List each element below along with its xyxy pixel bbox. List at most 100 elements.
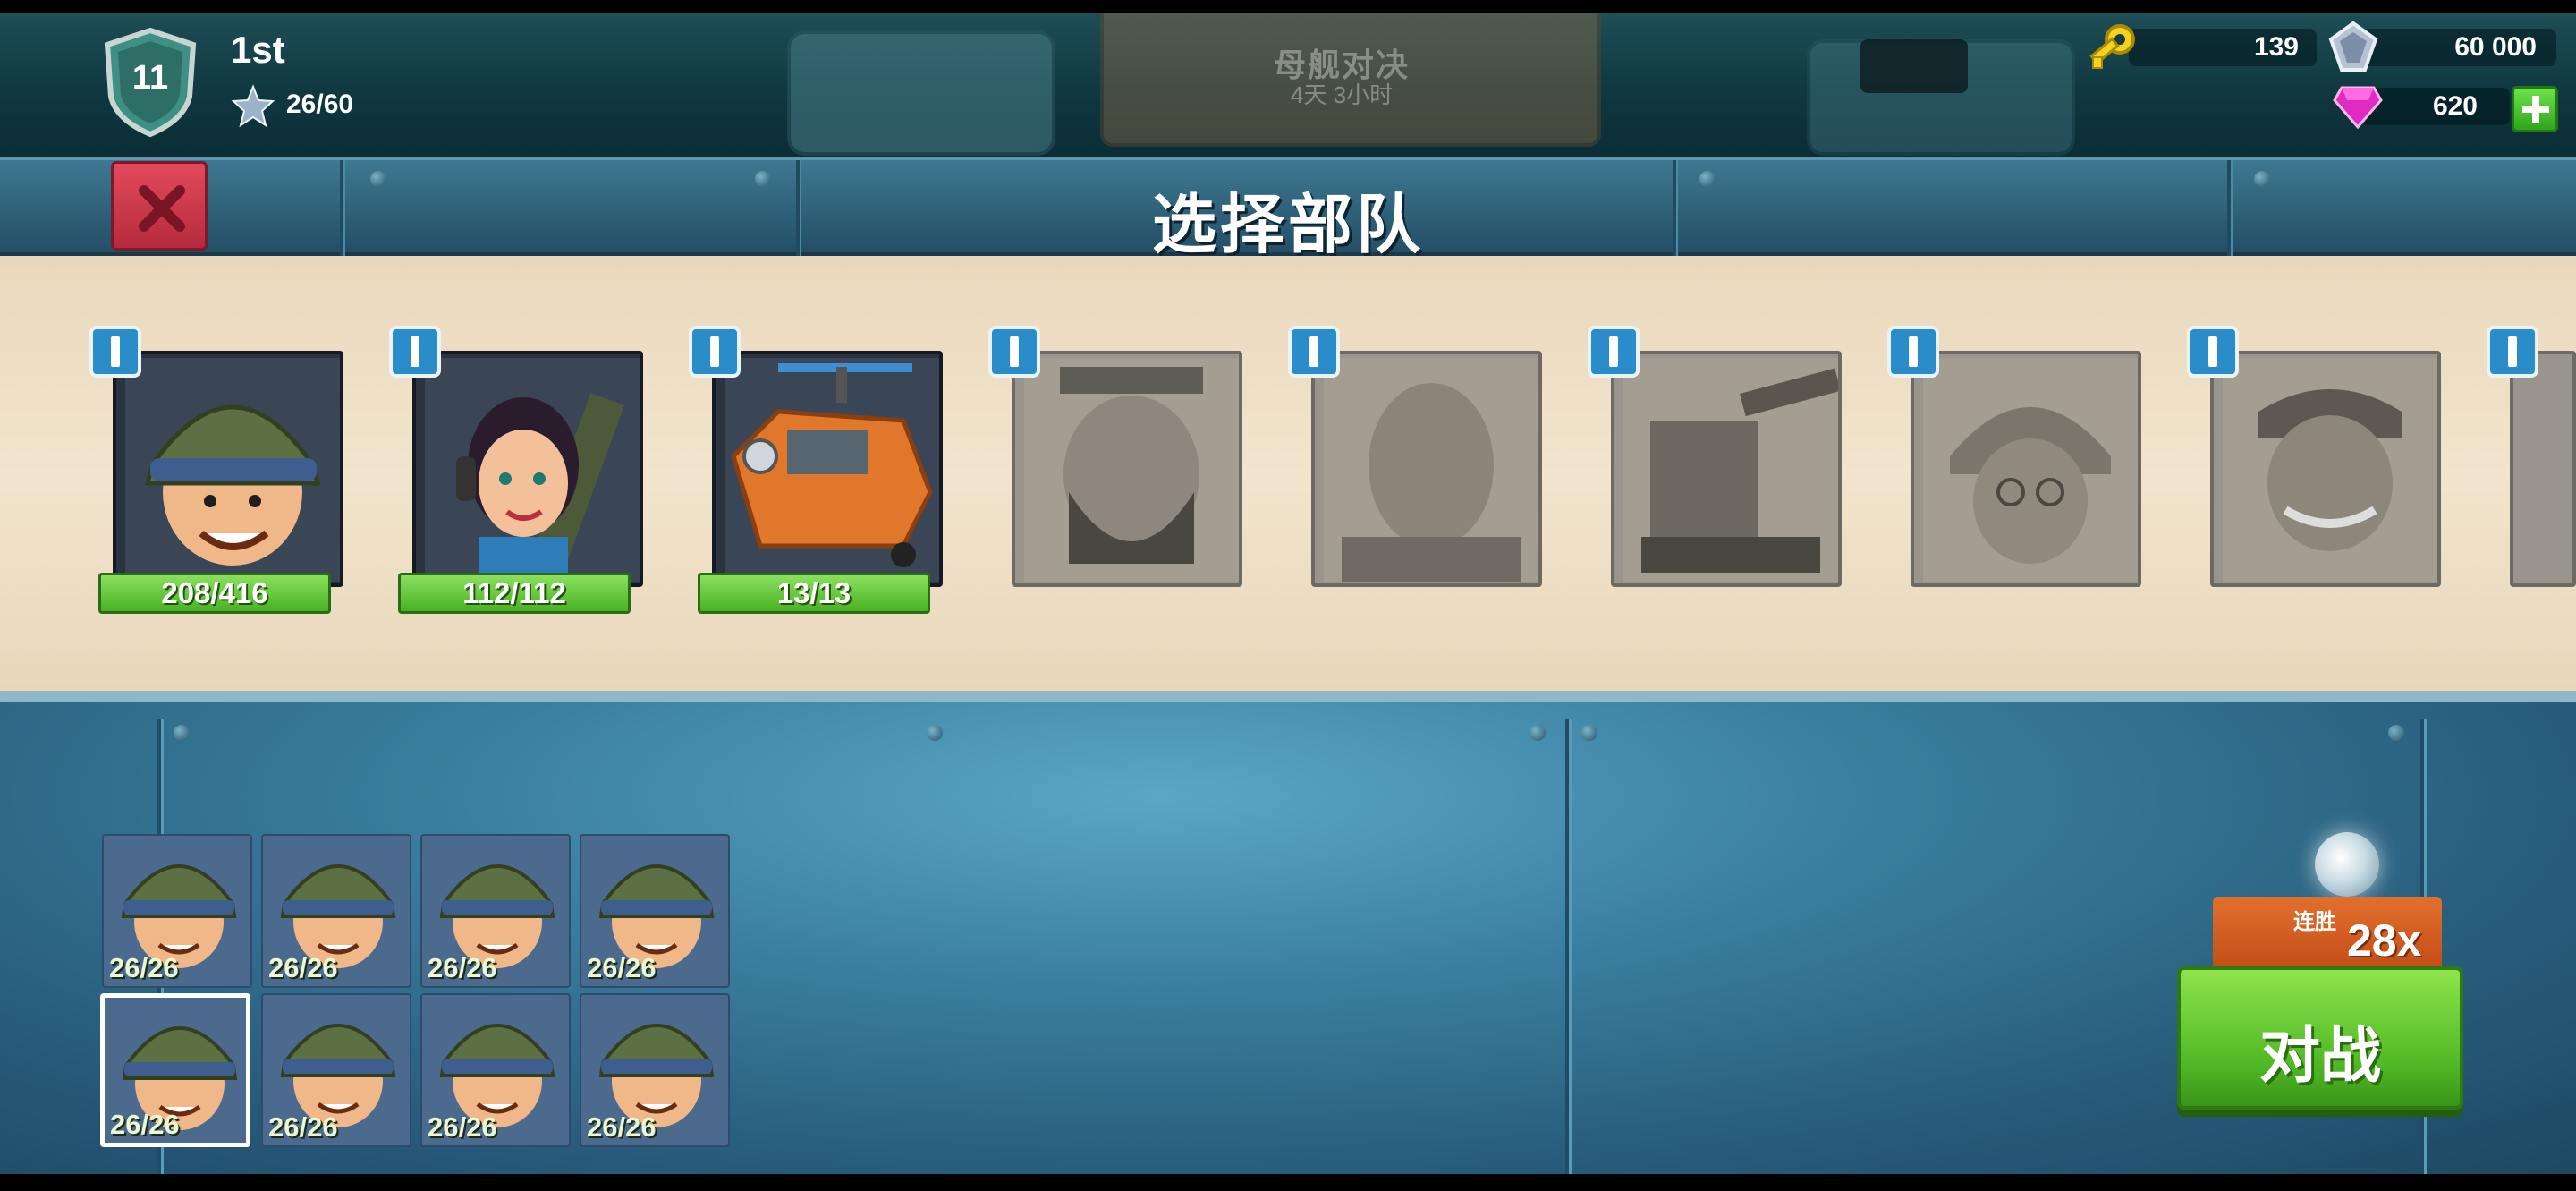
ship-background: [1860, 39, 1968, 93]
rifleman-portrait: [598, 864, 715, 968]
info-icon: [2208, 331, 2217, 367]
army-slot[interactable]: 26/26: [420, 834, 571, 988]
unit-portrait-frame: [1911, 351, 2141, 587]
rivet: [370, 171, 386, 187]
rivet: [1699, 171, 1716, 187]
slot-count: 26/26: [428, 952, 497, 983]
unit-portrait-frame: [1311, 351, 1542, 587]
grenadier-portrait: [2223, 358, 2437, 582]
army-slot[interactable]: 26/26: [261, 834, 411, 988]
unit-card-locked[interactable]: [2487, 326, 2576, 610]
panel-seam: [1673, 160, 1676, 259]
screen-edge: [0, 1174, 2576, 1191]
rivet: [927, 725, 943, 741]
rifleman-portrait: [280, 864, 396, 968]
info-icon: [411, 331, 419, 367]
heavy-portrait: [1024, 358, 1239, 582]
zooka-portrait: [425, 358, 640, 582]
slot-count: 26/26: [268, 952, 338, 983]
unit-info-button[interactable]: [389, 326, 441, 378]
tank-portrait: [1623, 358, 1838, 582]
unit-info-button[interactable]: [988, 326, 1040, 378]
info-icon: [1609, 331, 1618, 367]
unit-card-heavy-choppa[interactable]: 13/13: [689, 326, 943, 614]
rivet: [1581, 725, 1597, 741]
rivet: [2254, 171, 2270, 187]
unit-card-rifleman[interactable]: 208/416: [89, 326, 343, 614]
unit-info-button[interactable]: [689, 326, 741, 378]
diamond-icon: [2328, 21, 2378, 72]
army-slot[interactable]: 26/26: [102, 834, 252, 988]
gems-count: 620: [2432, 91, 2478, 121]
unit-info-button[interactable]: [89, 326, 141, 378]
rifleman-portrait: [439, 864, 555, 968]
unit-info-button[interactable]: [1288, 326, 1340, 378]
win-streak-value: 28x: [2347, 915, 2422, 966]
info-icon: [1010, 331, 1019, 367]
unit-roster: 208/416 112/112 13/13: [0, 256, 2576, 691]
unit-info-button[interactable]: [2187, 326, 2239, 378]
close-icon: [139, 185, 185, 232]
player-level-badge[interactable]: 11: [100, 27, 200, 138]
slot-count: 26/26: [587, 1111, 657, 1143]
key-icon: [2089, 24, 2135, 69]
star-icon: [231, 84, 275, 128]
slot-count: 26/26: [428, 1111, 497, 1143]
rifleman-portrait: [121, 864, 237, 968]
unit-count: 112/112: [398, 573, 631, 614]
unit-portrait-frame: [2510, 351, 2576, 587]
unit-portrait-frame: [2210, 351, 2441, 587]
unit-info-button[interactable]: [1588, 326, 1640, 378]
slot-count: 26/26: [268, 1111, 338, 1143]
unit-portrait-frame: [1611, 351, 1842, 587]
slot-count: 26/26: [587, 952, 657, 983]
info-icon: [710, 331, 719, 367]
army-slot[interactable]: 26/26: [580, 834, 730, 988]
rifleman-portrait: [439, 1024, 555, 1127]
heavy-choppa-portrait: [724, 358, 939, 582]
rifleman-portrait: [598, 1024, 715, 1127]
unit-portrait-frame: [1012, 351, 1242, 587]
unit-portrait-frame: [113, 351, 343, 587]
unit-card-locked[interactable]: [2187, 326, 2441, 610]
ship-background: [787, 30, 1055, 156]
rivet: [755, 171, 771, 187]
unit-portrait-frame: [412, 351, 643, 587]
panel-seam: [340, 160, 343, 259]
event-timer: 4天 3小时: [1290, 81, 1394, 108]
gem-icon: [2333, 86, 2383, 130]
close-button[interactable]: [111, 161, 208, 251]
unit-card-zooka[interactable]: 112/112: [389, 326, 643, 614]
info-icon: [1309, 331, 1318, 367]
medic-portrait: [1923, 358, 2138, 582]
unit-card-locked[interactable]: [1588, 326, 1842, 610]
unit-count: 13/13: [698, 573, 930, 614]
unit-card-locked[interactable]: [988, 326, 1242, 610]
unit-info-button[interactable]: [1887, 326, 1939, 378]
screen-title: 选择部队: [1151, 190, 1424, 261]
warrior-portrait: [1324, 358, 1538, 582]
player-level: 11: [131, 59, 169, 97]
army-slot[interactable]: 26/26: [420, 993, 571, 1147]
army-slot[interactable]: 26/26: [580, 993, 730, 1147]
rivet: [2388, 725, 2404, 741]
unit-portrait-frame: [712, 351, 943, 587]
info-icon: [111, 331, 120, 367]
battle-button[interactable]: 对战: [2177, 966, 2463, 1110]
win-streak-badge: 连胜 28x: [2213, 897, 2442, 968]
unit-info-button[interactable]: [2487, 326, 2538, 378]
army-slot-selected[interactable]: 26/26: [100, 993, 250, 1147]
unit-card-locked[interactable]: [1887, 326, 2141, 610]
rivet: [1530, 725, 1546, 741]
info-icon: [1909, 331, 1918, 367]
slot-count: 26/26: [110, 1109, 180, 1140]
army-slot[interactable]: 26/26: [261, 993, 411, 1147]
info-icon: [2508, 331, 2517, 367]
win-streak-label: 连胜: [2293, 910, 2336, 934]
add-gems-button[interactable]: [2512, 86, 2558, 132]
unit-card-locked[interactable]: [1288, 326, 1542, 610]
panel-seam: [1565, 719, 1569, 1185]
panel-seam: [796, 160, 800, 259]
streak-orb-icon: [2315, 832, 2379, 897]
unit-count: 208/416: [98, 573, 331, 614]
